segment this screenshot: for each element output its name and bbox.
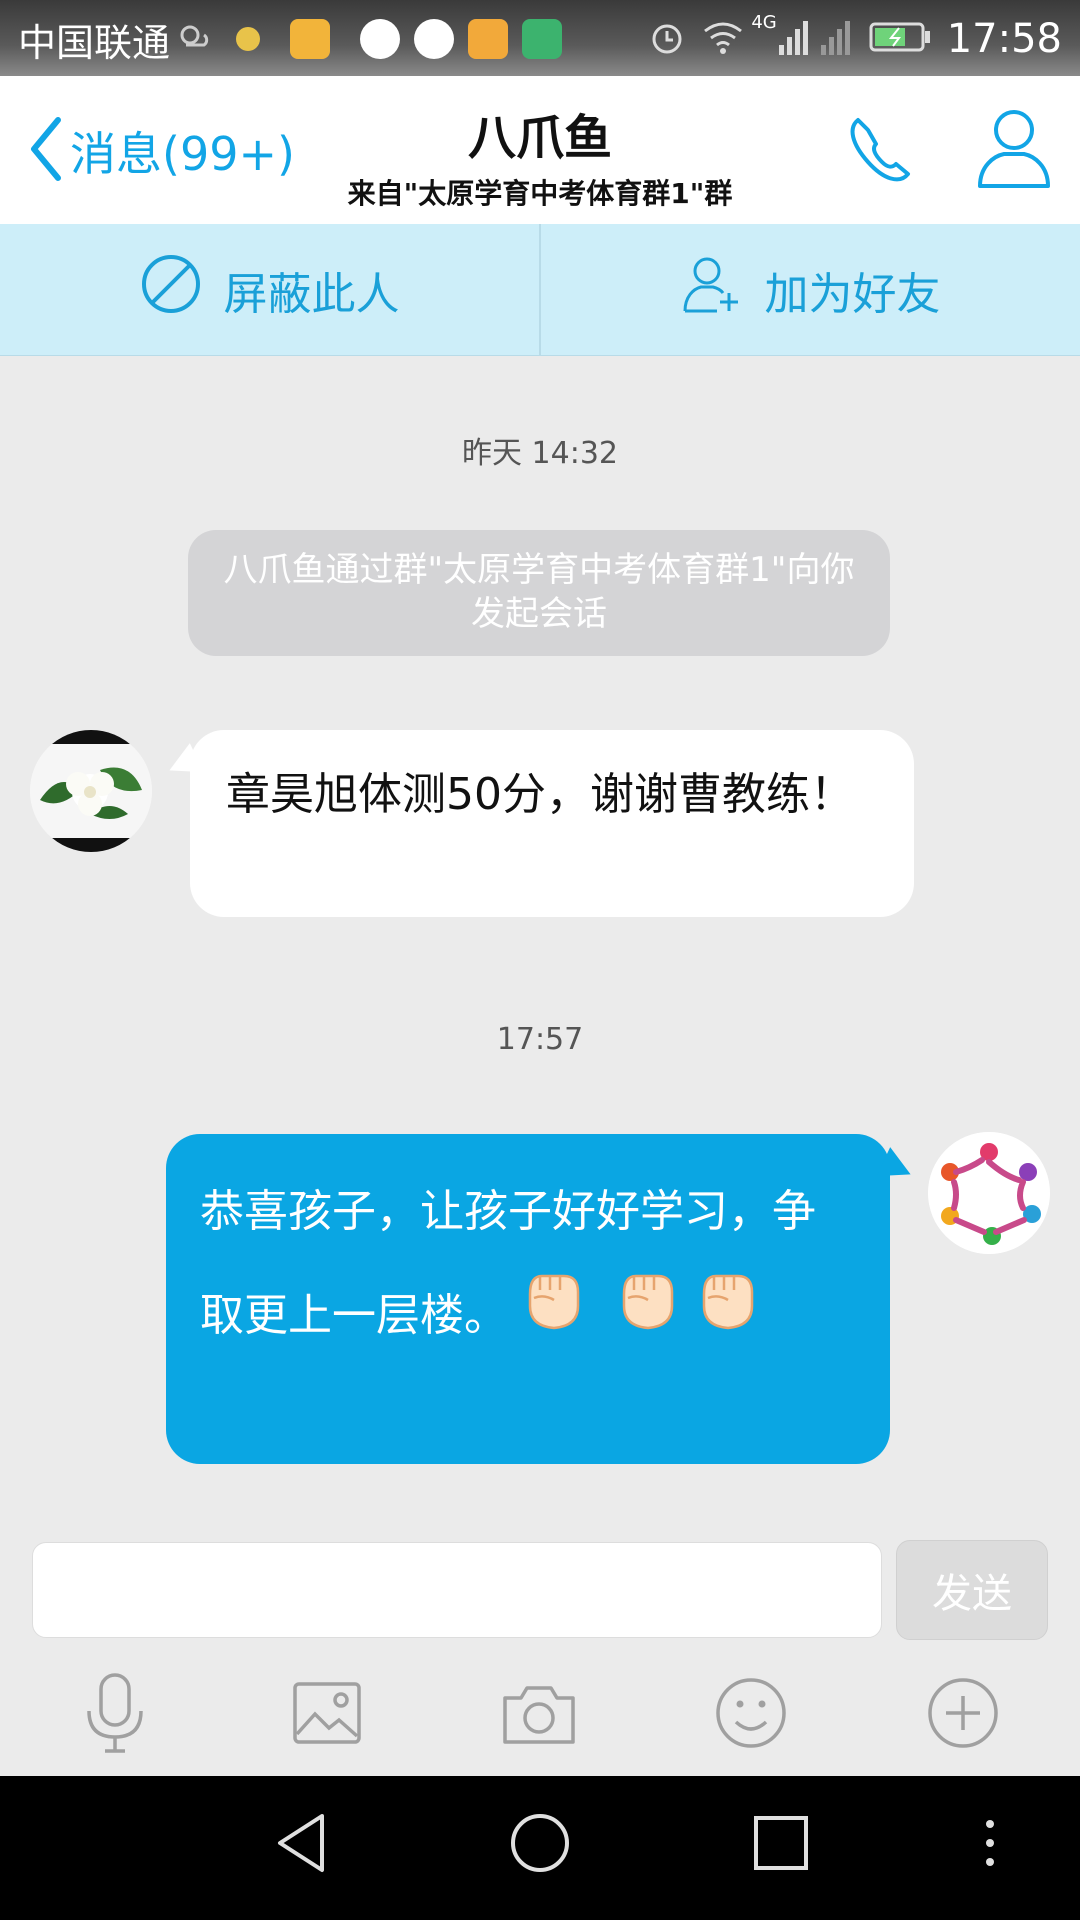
camera-icon[interactable] xyxy=(494,1668,584,1758)
fist-emoji xyxy=(612,1264,682,1372)
pdf-app-icon xyxy=(522,19,563,59)
chat-header: 消息(99+) 八爪鱼 来自"太原学育中考体育群1"群 xyxy=(0,76,1080,224)
add-friend-button[interactable]: 加为好友 xyxy=(539,224,1080,355)
input-area: 发送 xyxy=(0,1516,1080,1778)
system-message: 八爪鱼通过群"太原学育中考体育群1"向你发起会话 xyxy=(188,530,890,656)
nav-recents-icon[interactable] xyxy=(748,1810,814,1880)
incoming-message-bubble[interactable]: 章昊旭体测50分，谢谢曹教练！ xyxy=(190,730,914,917)
fist-emoji xyxy=(518,1264,588,1372)
wifi-icon xyxy=(701,17,745,61)
microphone-icon[interactable] xyxy=(70,1668,160,1758)
alarm-icon xyxy=(647,17,687,61)
signal-icon xyxy=(777,17,811,61)
page-title: 八爪鱼 xyxy=(467,110,612,166)
system-navigation-bar xyxy=(0,1776,1080,1920)
outgoing-message-bubble[interactable]: 恭喜孩子，让孩子好好学习，争取更上一层楼。 xyxy=(166,1134,890,1464)
block-icon xyxy=(140,253,224,326)
image-icon[interactable] xyxy=(282,1668,372,1758)
page-subtitle: 来自"太原学育中考体育群1"群 xyxy=(347,177,733,210)
timestamp: 17:57 xyxy=(496,1022,584,1057)
carrier-name: 中国联通 xyxy=(18,20,171,65)
network-type-label: 4G xyxy=(751,12,777,33)
add-friend-label: 加为好友 xyxy=(764,268,941,320)
timestamp: 昨天 14:32 xyxy=(462,436,618,471)
battery-icon xyxy=(869,20,931,58)
send-button[interactable]: 发送 xyxy=(896,1540,1048,1640)
chevron-left-icon xyxy=(28,116,62,186)
status-bar: 中国联通 4G 17:58 xyxy=(0,0,1080,76)
add-user-icon xyxy=(681,253,765,326)
plus-icon[interactable] xyxy=(918,1668,1008,1758)
browser-icon xyxy=(414,19,455,59)
block-user-label: 屏蔽此人 xyxy=(223,268,400,320)
app-icon xyxy=(468,19,509,59)
avatar[interactable] xyxy=(30,730,152,852)
status-time: 17:58 xyxy=(946,16,1062,62)
app-icon xyxy=(290,19,331,59)
signal-icon xyxy=(819,17,853,61)
nav-home-icon[interactable] xyxy=(508,1810,572,1880)
nav-back-icon[interactable] xyxy=(272,1810,332,1880)
browser-icon xyxy=(360,19,401,59)
block-user-button[interactable]: 屏蔽此人 xyxy=(0,224,539,355)
profile-icon[interactable] xyxy=(976,106,1052,194)
phone-call-icon[interactable] xyxy=(844,112,916,192)
title-block: 八爪鱼 来自"太原学育中考体育群1"群 xyxy=(240,98,840,212)
nav-more-icon[interactable] xyxy=(980,1810,1000,1880)
status-bar-right: 4G 17:58 xyxy=(647,12,1062,66)
status-bar-left: 中国联通 xyxy=(18,12,563,66)
notification-dot-icon xyxy=(236,27,261,51)
stranger-action-bar: 屏蔽此人 加为好友 xyxy=(0,224,1080,356)
avatar[interactable] xyxy=(928,1132,1050,1254)
fist-emoji xyxy=(692,1264,762,1372)
weather-icon xyxy=(176,19,212,59)
message-input[interactable] xyxy=(32,1542,882,1638)
emoji-icon[interactable] xyxy=(706,1668,796,1758)
